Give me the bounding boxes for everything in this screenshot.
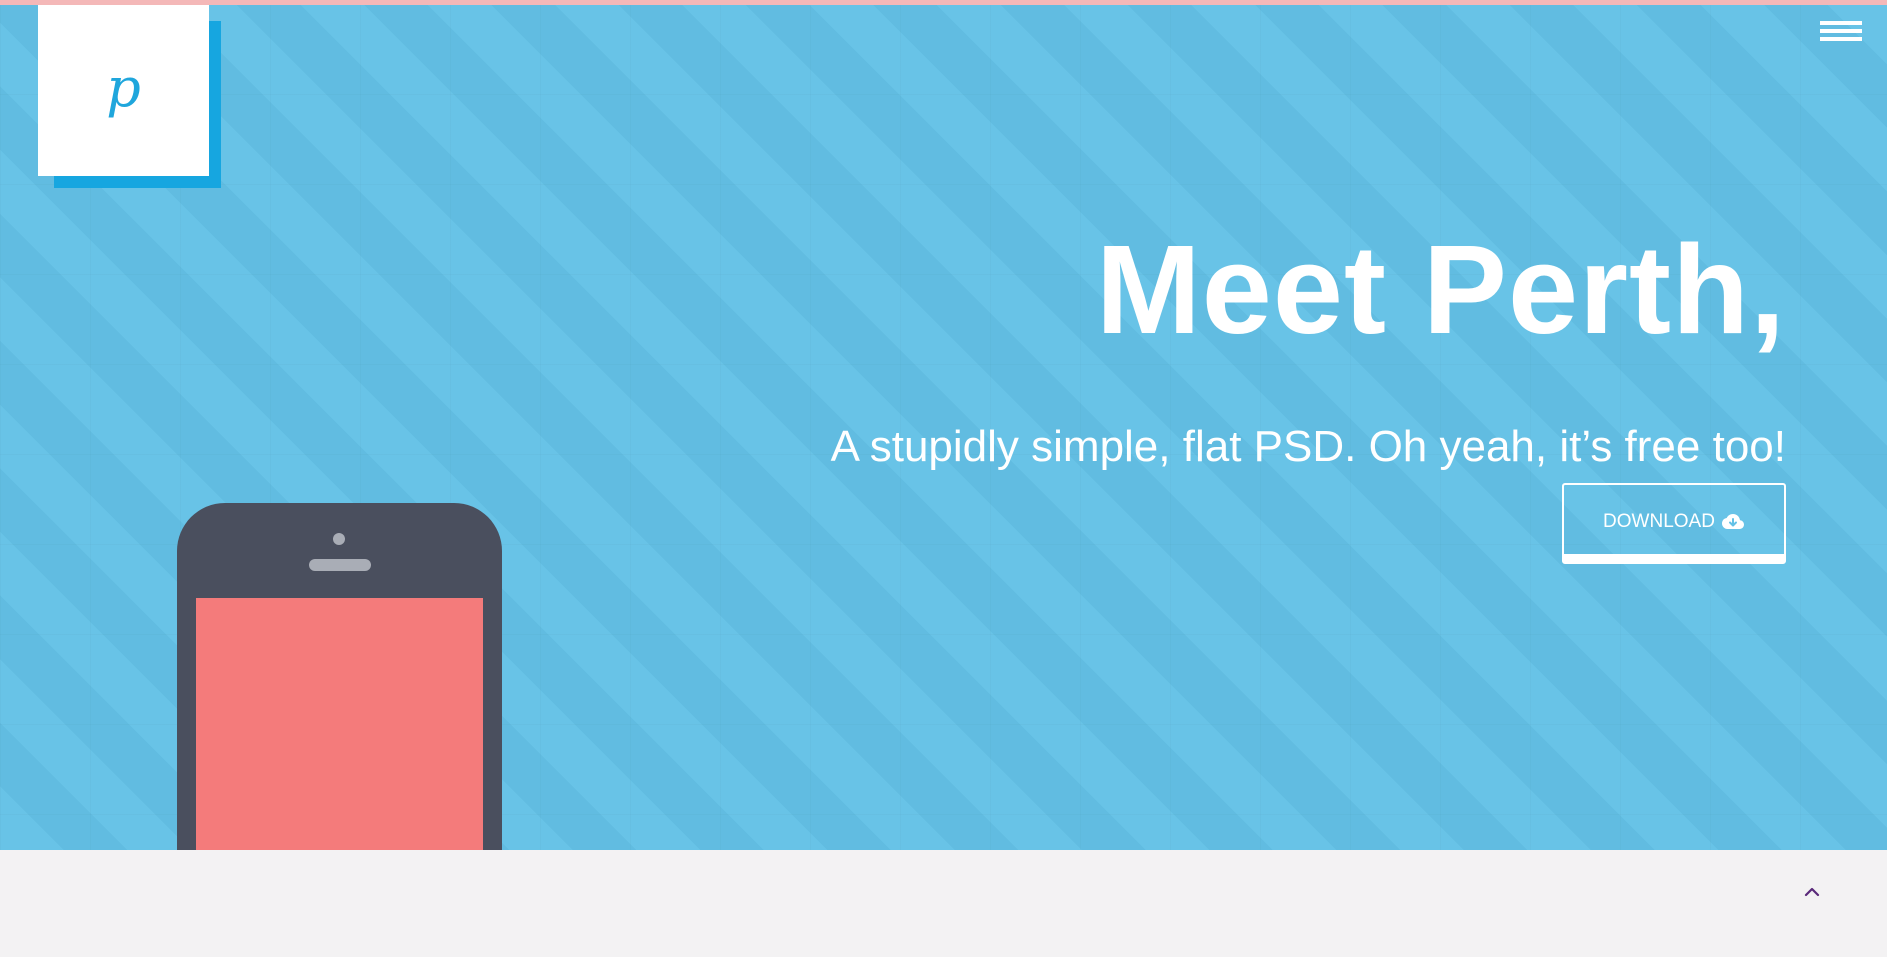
- logo-box: p: [38, 5, 209, 176]
- hamburger-icon[interactable]: [1820, 21, 1862, 51]
- hero-headline: Meet Perth,: [1095, 219, 1786, 360]
- phone-camera: [333, 533, 345, 545]
- chevron-up-icon[interactable]: [1800, 880, 1824, 904]
- hamburger-line: [1820, 29, 1862, 33]
- download-button-label: DOWNLOAD: [1603, 510, 1715, 532]
- hamburger-line: [1820, 21, 1862, 25]
- hero-section: p Meet Perth, A stupidly simple, flat PS…: [0, 5, 1887, 850]
- download-button[interactable]: DOWNLOAD: [1562, 483, 1786, 564]
- hamburger-line: [1820, 37, 1862, 41]
- phone-screen: [196, 598, 483, 850]
- footer: [0, 850, 1887, 957]
- cloud-download-icon: [1721, 513, 1745, 531]
- logo[interactable]: p: [38, 5, 221, 188]
- phone-illustration: [177, 503, 502, 850]
- logo-letter: p: [106, 56, 141, 119]
- hero-tagline: A stupidly simple, flat PSD. Oh yeah, it…: [830, 422, 1786, 471]
- phone-speaker: [309, 559, 371, 571]
